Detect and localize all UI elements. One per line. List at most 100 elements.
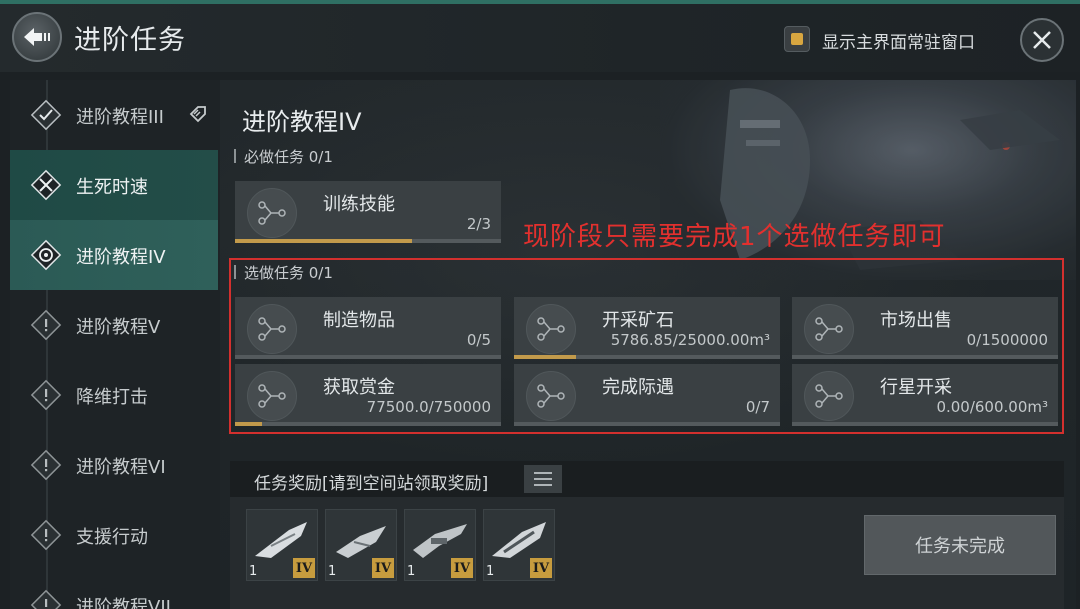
reward-count: 1 bbox=[328, 564, 337, 579]
sidebar-item-stage-3[interactable]: 进阶教程III bbox=[10, 80, 218, 150]
back-arrow-icon bbox=[24, 28, 50, 46]
pin-window-checkbox[interactable] bbox=[784, 26, 810, 52]
task-card-train-skill[interactable]: 训练技能 2/3 bbox=[235, 181, 501, 243]
locked-warning-icon bbox=[30, 379, 62, 411]
task-progress-fill bbox=[235, 239, 413, 243]
task-progress-text: 0.00/600.00m³ bbox=[936, 398, 1048, 416]
task-node-icon bbox=[247, 371, 297, 421]
task-progress-fill bbox=[514, 355, 576, 359]
reward-tier-badge: IV bbox=[372, 558, 394, 578]
sidebar-item-label: 支援行动 bbox=[76, 527, 148, 548]
sidebar-item-label: 生死时速 bbox=[76, 177, 148, 198]
task-card-mine-ore[interactable]: 开采矿石 5786.85/25000.00m³ bbox=[514, 297, 780, 359]
task-name: 开采矿石 bbox=[602, 310, 674, 331]
task-card-market-sell[interactable]: 市场出售 0/1500000 bbox=[792, 297, 1058, 359]
rewards-header: 任务奖励[请到空间站领取奖励] bbox=[230, 461, 1064, 497]
task-node-icon bbox=[804, 304, 854, 354]
task-progress-text: 5786.85/25000.00m³ bbox=[610, 331, 770, 349]
task-card-manufacture[interactable]: 制造物品 0/5 bbox=[235, 297, 501, 359]
reward-tier-badge: IV bbox=[293, 558, 315, 578]
task-node-icon bbox=[247, 304, 297, 354]
task-node-icon bbox=[526, 304, 576, 354]
task-progress-track bbox=[792, 355, 1058, 359]
pin-window-label[interactable]: 显示主界面常驻窗口 bbox=[822, 28, 975, 53]
task-name: 完成际遇 bbox=[602, 377, 674, 398]
menu-line bbox=[534, 484, 552, 486]
task-name: 获取赏金 bbox=[323, 377, 395, 398]
task-progress-text: 0/5 bbox=[466, 331, 491, 349]
ship-icon bbox=[492, 522, 546, 558]
optional-tasks-label: 选做任务 0/1 bbox=[234, 262, 333, 283]
sidebar-item-label: 进阶教程III bbox=[76, 107, 164, 128]
task-name: 市场出售 bbox=[880, 310, 952, 331]
task-node-icon bbox=[804, 371, 854, 421]
reward-tier-badge: IV bbox=[451, 558, 473, 578]
sidebar-item-support-op[interactable]: 支援行动 bbox=[10, 500, 218, 570]
target-icon bbox=[30, 239, 62, 271]
close-icon bbox=[1033, 31, 1051, 49]
task-progress-text: 2/3 bbox=[466, 215, 491, 233]
close-button[interactable] bbox=[1020, 18, 1064, 62]
reward-item-ship-1[interactable]: 1 IV bbox=[246, 509, 318, 581]
sidebar-item-stage-5[interactable]: 进阶教程V bbox=[10, 290, 218, 360]
stage-title: 进阶教程IV bbox=[242, 108, 362, 136]
reward-item-ship-4[interactable]: 1 IV bbox=[483, 509, 555, 581]
reward-tier-badge: IV bbox=[530, 558, 552, 578]
locked-warning-icon bbox=[30, 309, 62, 341]
rewards-title: 任务奖励[请到空间站领取奖励] bbox=[254, 474, 489, 494]
reward-item-ship-3[interactable]: 1 IV bbox=[404, 509, 476, 581]
crossed-swords-icon bbox=[30, 169, 62, 201]
completed-check-icon bbox=[30, 99, 62, 131]
rewards-panel: 任务奖励[请到空间站领取奖励] 1 IV 1 IV 1 IV 1 IV 任务未完… bbox=[230, 461, 1064, 609]
locked-warning-icon bbox=[30, 449, 62, 481]
sidebar-item-race[interactable]: 生死时速 bbox=[10, 150, 218, 220]
sidebar-item-stage-6[interactable]: 进阶教程VI bbox=[10, 430, 218, 500]
sidebar-item-stage-4[interactable]: 进阶教程IV bbox=[10, 220, 218, 290]
task-name: 制造物品 bbox=[323, 310, 395, 331]
sidebar-item-stage-7[interactable]: 进阶教程VII bbox=[10, 570, 218, 609]
menu-line bbox=[534, 478, 552, 480]
sidebar-item-label: 进阶教程VI bbox=[76, 457, 166, 478]
task-name: 行星开采 bbox=[880, 377, 952, 398]
task-progress-track bbox=[235, 355, 501, 359]
header: 进阶任务 显示主界面常驻窗口 bbox=[0, 4, 1080, 72]
back-button[interactable] bbox=[12, 12, 62, 62]
task-progress-track bbox=[514, 355, 780, 359]
sidebar-item-label: 进阶教程IV bbox=[76, 247, 166, 268]
tag-icon bbox=[189, 106, 206, 123]
sidebar-item-label: 进阶教程VII bbox=[76, 597, 171, 609]
required-tasks-label: 必做任务 0/1 bbox=[234, 146, 333, 167]
task-node-icon bbox=[247, 188, 297, 238]
task-progress-track bbox=[235, 422, 501, 426]
task-card-encounter[interactable]: 完成际遇 0/7 bbox=[514, 364, 780, 426]
task-name: 训练技能 bbox=[323, 194, 395, 215]
task-progress-track bbox=[792, 422, 1058, 426]
task-status-button[interactable]: 任务未完成 bbox=[864, 515, 1056, 575]
task-card-planet-mining[interactable]: 行星开采 0.00/600.00m³ bbox=[792, 364, 1058, 426]
stage-notice: 现阶段只需要完成1个选做任务即可 bbox=[523, 222, 946, 252]
ship-icon bbox=[413, 524, 467, 558]
reward-count: 1 bbox=[486, 564, 495, 579]
task-node-icon bbox=[526, 371, 576, 421]
rewards-menu-button[interactable] bbox=[524, 465, 562, 493]
sidebar-item-dimension-strike[interactable]: 降维打击 bbox=[10, 360, 218, 430]
sidebar-item-label: 降维打击 bbox=[76, 387, 148, 408]
menu-line bbox=[534, 472, 552, 474]
ship-icon bbox=[255, 522, 307, 558]
reward-count: 1 bbox=[249, 564, 258, 579]
ship-icon bbox=[336, 526, 386, 558]
task-progress-fill bbox=[235, 422, 263, 426]
reward-count: 1 bbox=[407, 564, 416, 579]
task-progress-text: 0/1500000 bbox=[966, 331, 1048, 349]
task-progress-text: 0/7 bbox=[745, 398, 770, 416]
sidebar-item-label: 进阶教程V bbox=[76, 317, 161, 338]
checkbox-mark bbox=[791, 33, 803, 45]
locked-warning-icon bbox=[30, 519, 62, 551]
page-title: 进阶任务 bbox=[74, 25, 186, 56]
task-card-bounty[interactable]: 获取赏金 77500.0/750000 bbox=[235, 364, 501, 426]
task-progress-text: 77500.0/750000 bbox=[366, 398, 491, 416]
stage-detail-panel: 进阶教程IV 必做任务 0/1 训练技能 2/3 现阶段只需要完成1个选做任务即… bbox=[220, 80, 1076, 609]
task-progress-track bbox=[235, 239, 501, 243]
task-progress-track bbox=[514, 422, 780, 426]
reward-item-ship-2[interactable]: 1 IV bbox=[325, 509, 397, 581]
